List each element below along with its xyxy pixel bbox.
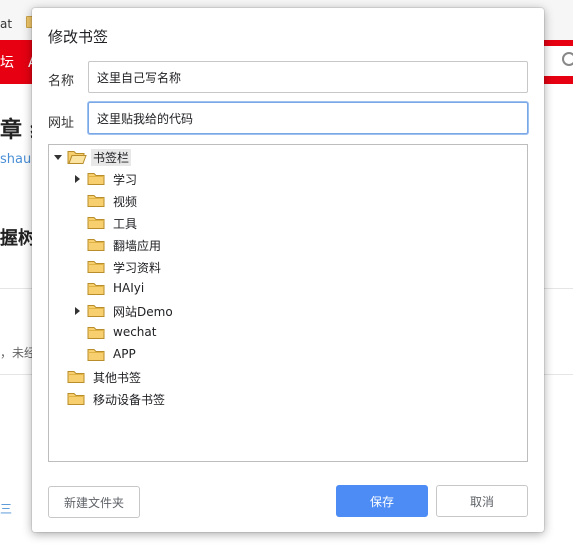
tree-row-bookmarks-bar[interactable]: 书签栏 [49,147,527,167]
tree-row-tools[interactable]: 工具 [49,213,527,233]
folder-icon [87,261,105,273]
name-label: 名称 [48,74,75,89]
collapse-arrow-icon[interactable] [54,155,62,160]
folder-icon [87,195,105,207]
save-button[interactable]: 保存 [336,485,428,517]
folder-icon [87,349,105,361]
tree-label: APP [113,347,136,361]
expand-arrow-icon[interactable] [75,175,80,183]
tree-row-haiyi[interactable]: HAIyi [49,279,527,299]
tree-label: 工具 [113,217,138,231]
folder-icon [87,217,105,229]
folder-icon [87,283,105,295]
folder-icon [87,327,105,339]
article-note-fragment: ，未经 [0,346,37,360]
folder-icon [87,173,105,185]
tree-row-app[interactable]: APP [49,345,527,365]
search-icon[interactable] [562,52,573,66]
tree-label: 学习 [113,173,138,187]
tree-label: 翻墙应用 [113,239,162,253]
article-link-fragment[interactable]: 三 [0,500,12,517]
tree-label: 视频 [113,195,138,209]
tree-row-study-materials[interactable]: 学习资料 [49,257,527,277]
tree-label: HAIyi [113,281,145,295]
folder-icon [87,239,105,251]
tree-row-other-bookmarks[interactable]: 其他书签 [49,367,527,387]
tree-label: wechat [113,325,157,339]
tree-row-video[interactable]: 视频 [49,191,527,211]
tree-label: 学习资料 [113,261,162,275]
bookmark-bar-item-fragment[interactable]: at [0,17,12,31]
tree-label: 移动设备书签 [93,393,166,407]
dialog-title: 修改书签 [48,28,109,46]
cancel-button[interactable]: 取消 [436,485,528,517]
tree-row-website-demo[interactable]: 网站Demo [49,301,527,321]
tree-label: 网站Demo [113,305,173,319]
tree-label: 其他书签 [93,371,142,385]
folder-icon [67,393,85,405]
bookmark-name-input[interactable] [88,61,528,93]
article-author-fragment[interactable]: shau [0,152,31,167]
url-label: 网址 [48,116,75,131]
new-folder-button[interactable]: 新建文件夹 [48,486,140,518]
folder-tree[interactable]: 书签栏 学习 视频 工具 翻墙应用 学习资料 HAIyi 网站Demo wech… [48,144,528,462]
tree-row-wechat[interactable]: wechat [49,323,527,343]
edit-bookmark-dialog: 修改书签 名称 网址 书签栏 学习 视频 [32,8,544,532]
tree-label: 书签栏 [91,149,132,166]
folder-icon [87,305,105,317]
tree-row-vpn-apps[interactable]: 翻墙应用 [49,235,527,255]
article-subheading-fragment: 握树 [0,228,36,249]
bookmark-url-input[interactable] [88,102,528,134]
expand-arrow-icon[interactable] [75,307,80,315]
tree-row-mobile-bookmarks[interactable]: 移动设备书签 [49,389,527,409]
tree-row-study[interactable]: 学习 [49,169,527,189]
folder-icon [67,371,85,383]
folder-open-icon [67,151,87,164]
